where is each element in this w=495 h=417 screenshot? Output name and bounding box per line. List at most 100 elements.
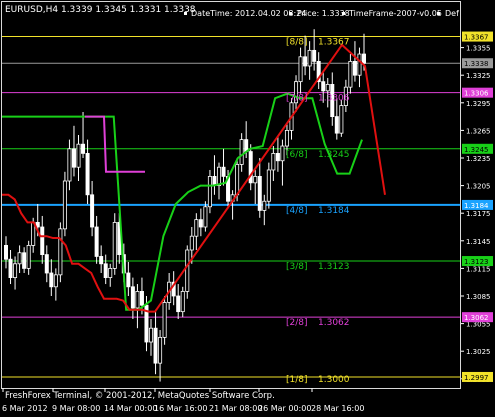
candle-body: [85, 152, 90, 196]
candle-body: [357, 53, 362, 76]
candle[interactable]: [216, 162, 221, 200]
candle[interactable]: [176, 284, 181, 319]
price-badge: 1.2997: [462, 371, 493, 382]
candle[interactable]: [162, 296, 167, 345]
price-badge-label: 1.3338: [464, 60, 489, 68]
candle-body: [334, 116, 339, 134]
candle[interactable]: [339, 100, 344, 137]
candle[interactable]: [149, 319, 154, 356]
candle[interactable]: [153, 309, 158, 375]
candle-body: [303, 56, 308, 67]
candle-body: [275, 152, 280, 162]
candle[interactable]: [212, 155, 217, 195]
candle[interactable]: [8, 250, 13, 285]
candle-body: [262, 200, 267, 211]
candle[interactable]: [108, 263, 113, 287]
price-chart[interactable]: [8/8] 1.3367 [7/8] 1.3306 [6/8] 1.3245 [4/8] 1.…: [0, 0, 495, 417]
candle[interactable]: [62, 171, 67, 237]
candle[interactable]: [262, 194, 267, 226]
candle[interactable]: [185, 245, 190, 299]
candle-body: [81, 143, 86, 154]
time-label: 21 Mar 08:00: [209, 404, 262, 413]
candle[interactable]: [4, 236, 9, 269]
time-label: 6 Mar 2012: [2, 404, 48, 413]
candle[interactable]: [239, 133, 244, 172]
murrey-label: [2/8] 1.3062: [286, 318, 350, 328]
time-label: 9 Mar 08:00: [52, 404, 100, 413]
candle[interactable]: [253, 169, 258, 204]
price-info: Price: 1.3338: [297, 9, 350, 18]
candle[interactable]: [67, 139, 72, 191]
candle[interactable]: [348, 54, 353, 94]
murrey-fraction: [8/8]: [286, 38, 308, 48]
candle[interactable]: [76, 135, 81, 181]
candle[interactable]: [307, 41, 312, 80]
candle-body: [180, 290, 185, 313]
price-tick-label: 1.3235: [466, 155, 491, 163]
candle[interactable]: [316, 52, 321, 89]
candle[interactable]: [126, 261, 131, 296]
murrey-fraction: [7/8]: [286, 94, 308, 104]
murrey-fraction: [3/8]: [286, 262, 308, 272]
candle[interactable]: [81, 112, 86, 158]
price-badge-label: 1.3367: [464, 34, 489, 42]
candle[interactable]: [280, 139, 285, 186]
candle[interactable]: [194, 213, 199, 250]
candle[interactable]: [22, 247, 27, 273]
candle[interactable]: [275, 136, 280, 172]
candle[interactable]: [248, 144, 253, 191]
candle[interactable]: [207, 169, 212, 214]
candle[interactable]: [17, 245, 22, 273]
candle-body: [235, 164, 240, 196]
candle[interactable]: [158, 330, 163, 382]
candle[interactable]: [90, 181, 95, 237]
candle[interactable]: [221, 148, 226, 186]
price-tick-label: 1.3355: [466, 45, 491, 53]
candle[interactable]: [180, 286, 185, 318]
time-label: 14 Mar 00:00: [104, 404, 157, 413]
bullet-icon: [437, 12, 440, 15]
candle[interactable]: [357, 47, 362, 88]
candle[interactable]: [257, 158, 262, 218]
candle[interactable]: [130, 277, 135, 319]
candle-body: [90, 194, 95, 228]
candle-body: [108, 267, 113, 278]
candle[interactable]: [53, 268, 58, 301]
price-tick-label: 1.3115: [466, 265, 491, 273]
candle-body: [207, 175, 212, 208]
candle[interactable]: [44, 245, 49, 283]
candle[interactable]: [266, 162, 271, 209]
candle-body: [53, 274, 58, 288]
murrey-label: [4/8] 1.3184: [286, 206, 350, 216]
candle[interactable]: [40, 215, 45, 264]
candle[interactable]: [198, 208, 203, 237]
candle[interactable]: [103, 254, 108, 285]
candle[interactable]: [271, 146, 276, 181]
candle-body: [257, 175, 262, 211]
candle[interactable]: [298, 47, 303, 94]
candle[interactable]: [352, 41, 357, 82]
candle[interactable]: [112, 213, 117, 275]
candle[interactable]: [71, 125, 76, 177]
def-marker: Def: [445, 9, 459, 18]
candle[interactable]: [58, 222, 63, 283]
murrey-label: [8/8] 1.3367: [286, 38, 350, 48]
candle-body: [280, 145, 285, 162]
candle-body: [26, 244, 31, 269]
candle[interactable]: [334, 98, 339, 140]
candle[interactable]: [26, 240, 31, 275]
candle[interactable]: [99, 245, 104, 273]
murrey-fraction: [2/8]: [286, 318, 308, 328]
candle-body: [162, 302, 167, 338]
candle-body: [8, 258, 13, 279]
candle[interactable]: [135, 284, 140, 329]
candle[interactable]: [49, 259, 54, 296]
candle-body: [194, 219, 199, 237]
candle[interactable]: [312, 29, 317, 71]
price-badge: 1.3367: [462, 31, 493, 42]
candle-body: [58, 228, 63, 276]
price-badge-label: 1.3062: [464, 314, 489, 322]
candle-body: [67, 148, 72, 182]
time-label: 26 Mar 00:00: [258, 404, 311, 413]
candle[interactable]: [94, 215, 99, 264]
